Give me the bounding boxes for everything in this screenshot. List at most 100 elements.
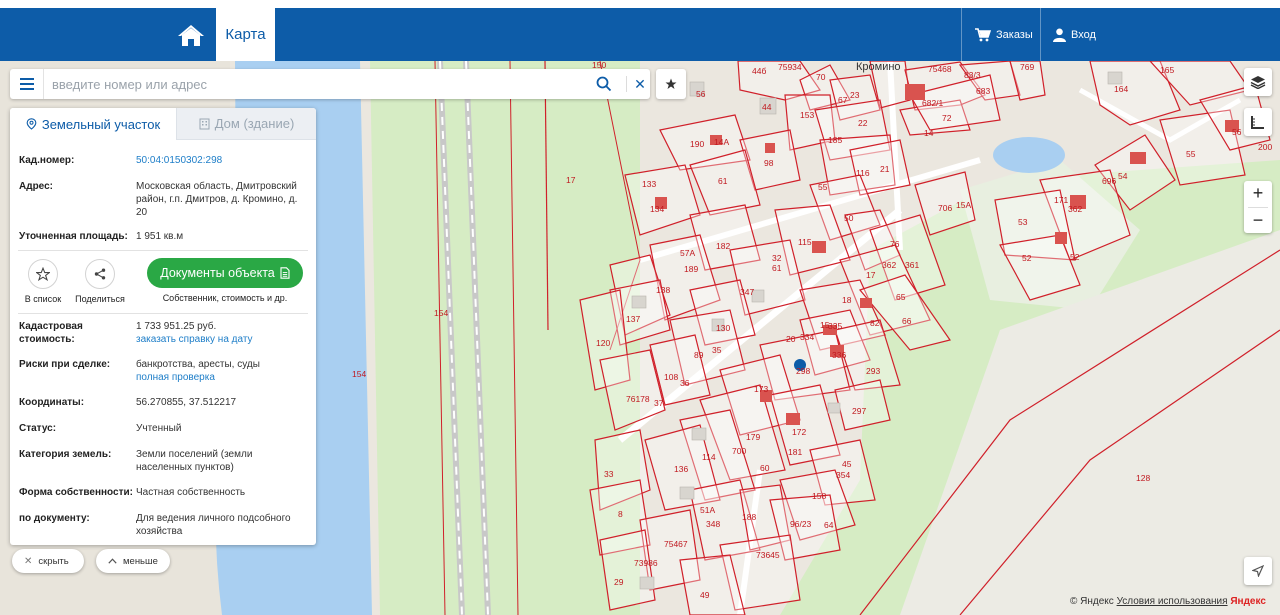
- parcel-number-label: 293: [866, 366, 880, 376]
- address-value: Московская область, Дмитровский район, г…: [136, 181, 298, 218]
- parcel-number-label: 115: [798, 237, 812, 247]
- parcel-number-label: 53: [1018, 217, 1028, 227]
- parcel-number-label: 61: [772, 263, 782, 273]
- star-icon: [665, 78, 677, 89]
- parcel-number-label: 696: [1102, 176, 1116, 186]
- parcel-number-label: 65: [896, 292, 906, 302]
- parcel-number-label: 165: [1160, 65, 1174, 75]
- login-button[interactable]: Вход: [1053, 8, 1096, 61]
- parcel-number-label: 179: [746, 432, 760, 442]
- parcel-number-label: 60: [760, 463, 770, 473]
- tab-house[interactable]: Дом (здание): [176, 108, 316, 140]
- parcel-number-label: 64: [824, 520, 834, 530]
- zoom-out-button[interactable]: −: [1244, 208, 1272, 234]
- parcel-number-label: 130: [716, 323, 730, 333]
- layers-icon: [1250, 76, 1266, 89]
- yandex-logo: Яндекс: [1230, 596, 1266, 607]
- clear-search-button[interactable]: ✕: [632, 76, 648, 92]
- nav-separator: [961, 8, 962, 61]
- hide-label: скрыть: [38, 555, 69, 567]
- parcel-number-label: 362: [1068, 204, 1082, 214]
- parcel-number-label: 76178: [626, 394, 650, 404]
- copyright-text: © Яндекс: [1070, 596, 1114, 607]
- parcel-number-label: 348: [706, 519, 720, 529]
- share-button[interactable]: [85, 259, 115, 289]
- search-button[interactable]: [596, 76, 612, 92]
- parcel-number-label: 51А: [700, 505, 715, 515]
- parcel-number-label: 134: [650, 204, 664, 214]
- parcel-number-label: 66: [902, 316, 912, 326]
- parcel-number-label: 116: [856, 168, 870, 178]
- parcel-number-label: 298: [796, 366, 810, 376]
- orders-button[interactable]: Заказы: [975, 8, 1033, 61]
- parcel-number-label: 57А: [680, 248, 695, 258]
- ruler-button[interactable]: [1244, 108, 1272, 136]
- parcel-number-label: 73645: [756, 550, 780, 560]
- parcel-number-label: 23: [850, 90, 860, 100]
- cart-icon: [975, 27, 991, 41]
- parcel-number-label: 20: [786, 334, 796, 344]
- parcel-number-label: 75468: [928, 64, 952, 74]
- geolocation-button[interactable]: [1244, 557, 1272, 585]
- bookmarks-button[interactable]: [656, 69, 686, 99]
- parcel-number-label: 32: [772, 253, 782, 263]
- parcel-number-label: 120: [596, 338, 610, 348]
- document-icon: [280, 267, 290, 279]
- coordinates-label: Координаты:: [19, 397, 85, 408]
- parcel-number-label: 98: [764, 158, 774, 168]
- zoom-in-button[interactable]: +: [1244, 181, 1272, 207]
- full-check-link[interactable]: полная проверка: [136, 371, 308, 384]
- order-certificate-link[interactable]: заказать справку на дату: [136, 333, 308, 346]
- parcel-number-label: 37: [654, 398, 664, 408]
- village-label: Кромино: [856, 61, 901, 73]
- menu-button[interactable]: [10, 69, 44, 99]
- ruler-icon: [1251, 116, 1264, 129]
- less-label: меньше: [123, 555, 158, 567]
- layers-button[interactable]: [1244, 68, 1272, 96]
- parcel-number-label: 336: [832, 350, 846, 360]
- plus-icon: +: [1252, 183, 1264, 204]
- parcel-number-label: 52: [1022, 253, 1032, 263]
- collapse-panel-button[interactable]: меньше: [96, 549, 170, 573]
- parcel-number-label: 335: [828, 321, 842, 331]
- address-label: Адрес:: [19, 181, 53, 192]
- tab-land-plot[interactable]: Земельный участок: [10, 108, 176, 140]
- parcel-number-label: 18: [842, 295, 852, 305]
- parcel-number-label: 190: [690, 139, 704, 149]
- share-icon: [94, 268, 106, 280]
- parcel-number-label: 354: [836, 470, 850, 480]
- parcel-number-label: 15А: [956, 200, 971, 210]
- parcel-number-label: 56: [696, 89, 706, 99]
- parcel-number-label: 185: [828, 135, 842, 145]
- terms-link[interactable]: Условия использования: [1117, 596, 1228, 607]
- object-documents-button[interactable]: Документы объекта: [147, 258, 303, 288]
- status-label: Статус:: [19, 423, 57, 434]
- search-separator: [626, 76, 627, 92]
- parcel-number-label: 700: [732, 446, 746, 456]
- hide-panel-button[interactable]: ✕ скрыть: [12, 549, 84, 573]
- cadastral-cost-label: Кадастровая стоимость:: [19, 321, 83, 345]
- tab-land-label: Земельный участок: [41, 116, 161, 132]
- share-label: Поделиться: [75, 294, 125, 304]
- home-button[interactable]: [168, 8, 214, 61]
- parcel-number-label: 35: [712, 345, 722, 355]
- parcel-number-label: 15: [820, 320, 830, 330]
- area-label: Уточненная площадь:: [19, 231, 128, 242]
- parcel-number-label: 96/23: [790, 519, 812, 529]
- parcel-number-label: 136: [674, 464, 688, 474]
- docs-button-label: Документы объекта: [160, 266, 275, 280]
- tab-map[interactable]: Карта: [216, 8, 275, 61]
- parcel-number-label: 128: [1136, 473, 1150, 483]
- parcel-number-label: 82: [870, 318, 880, 328]
- parcel-number-label: 29: [614, 577, 624, 587]
- risks-value: банкротства, аресты, суды: [136, 359, 260, 370]
- location-pin-icon: [26, 118, 37, 130]
- close-icon: ✕: [24, 555, 33, 567]
- add-to-list-button[interactable]: [28, 259, 58, 289]
- divider: [18, 250, 308, 251]
- search-input[interactable]: [52, 74, 582, 94]
- parcel-number-label: 172: [792, 427, 806, 437]
- parcel-number-label: 45: [842, 459, 852, 469]
- parcel-number-label: 21: [880, 164, 890, 174]
- cad-number-value[interactable]: 50:04:0150302:298: [136, 154, 308, 167]
